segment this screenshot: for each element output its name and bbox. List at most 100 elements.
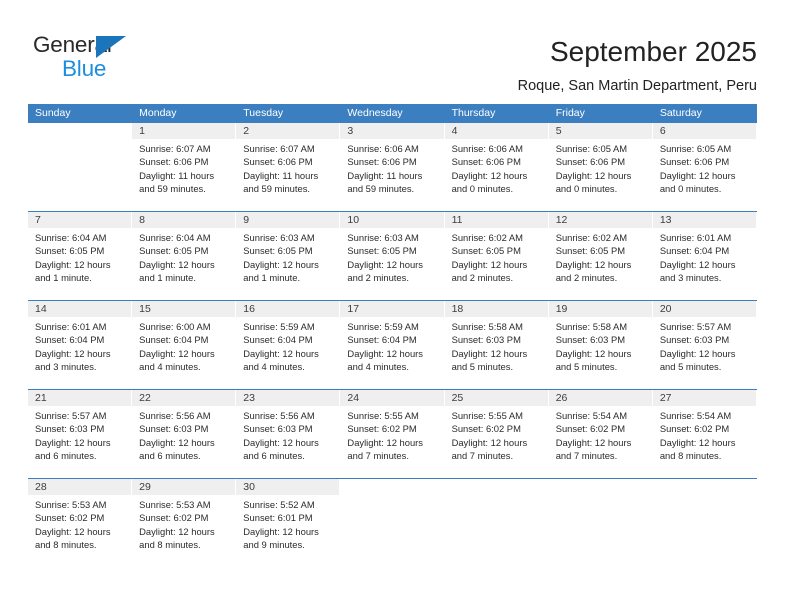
calendar-day-cell-empty xyxy=(28,123,133,211)
day-info-line: Sunrise: 6:07 AM xyxy=(139,143,211,154)
day-info-line: Daylight: 12 hours xyxy=(451,169,528,181)
day-number: 12 xyxy=(548,212,652,228)
calendar-day-cell[interactable]: 10 Sunrise: 6:03 AM Sunset: 6:05 PM Dayligh… xyxy=(340,212,445,300)
day-info-line: Sunrise: 5:53 AM xyxy=(35,499,107,510)
day-info-line: and 7 minutes. xyxy=(451,450,514,462)
day-number: 4 xyxy=(444,123,548,139)
weekday-header-wednesday: Wednesday xyxy=(347,107,403,119)
weekday-header-row: Sunday Monday Tuesday Wednesday Thursday Frid… xyxy=(28,104,757,123)
calendar-day-cell[interactable]: 8 Sunrise: 6:04 AM Sunset: 6:05 PM Daylight… xyxy=(132,212,237,300)
day-info-line: and 8 minutes. xyxy=(139,539,201,551)
day-info-line: Sunrise: 6:06 AM xyxy=(451,143,523,154)
calendar-day-cell[interactable]: 7 Sunrise: 6:04 AM Sunset: 6:05 PM Daylight… xyxy=(28,212,133,300)
calendar-day-cell[interactable]: 28 Sunrise: 5:53 AM Sunset: 6:02 PM Dayligh… xyxy=(28,479,133,567)
day-info-line: Sunset: 6:02 PM xyxy=(555,423,626,435)
calendar-day-cell[interactable]: 11 Sunrise: 6:02 AM Sunset: 6:05 PM Dayligh… xyxy=(444,212,549,300)
calendar-day-cell[interactable]: 2 Sunrise: 6:07 AM Sunset: 6:06 PM Daylight… xyxy=(236,123,341,211)
calendar-day-cell[interactable]: 3 Sunrise: 6:06 AM Sunset: 6:06 PM Daylight… xyxy=(340,123,445,211)
calendar-day-cell[interactable]: 15 Sunrise: 6:00 AM Sunset: 6:04 PM Dayligh… xyxy=(132,301,237,389)
day-info-line: Daylight: 12 hours xyxy=(243,525,319,537)
day-number: 17 xyxy=(340,301,444,317)
day-sun-info: Sunrise: 5:53 AM Sunset: 6:02 PM Daylight:… xyxy=(28,495,131,552)
day-number xyxy=(653,479,756,495)
day-info-line: Sunset: 6:03 PM xyxy=(139,423,209,435)
day-info-line: Sunrise: 6:05 AM xyxy=(555,143,628,154)
day-info-line: Sunrise: 6:04 AM xyxy=(139,232,211,243)
day-info-line: Daylight: 12 hours xyxy=(139,436,215,448)
generalblue-logo[interactable]: General Blue xyxy=(33,32,183,84)
calendar-day-cell-empty xyxy=(340,479,445,567)
weekday-header-friday: Friday xyxy=(555,107,585,119)
calendar-day-cell[interactable]: 26 Sunrise: 5:54 AM Sunset: 6:02 PM Dayligh… xyxy=(548,390,653,478)
weekday-header-saturday: Saturday xyxy=(659,107,702,119)
day-sun-info: Sunrise: 6:03 AM Sunset: 6:05 PM Daylight:… xyxy=(236,228,339,285)
day-sun-info: Sunrise: 5:54 AM Sunset: 6:02 PM Daylight:… xyxy=(549,406,652,463)
day-info-line: Sunrise: 5:59 AM xyxy=(347,321,419,332)
calendar-day-cell[interactable]: 1 Sunrise: 6:07 AM Sunset: 6:06 PM Daylight… xyxy=(132,123,237,211)
day-info-line: Daylight: 12 hours xyxy=(139,525,215,537)
day-info-line: Sunset: 6:02 PM xyxy=(451,423,521,435)
day-info-line: Sunrise: 6:02 AM xyxy=(555,232,628,243)
day-info-line: Daylight: 12 hours xyxy=(659,258,736,270)
calendar-day-cell[interactable]: 12 Sunrise: 6:02 AM Sunset: 6:05 PM Dayligh… xyxy=(548,212,653,300)
calendar-day-cell[interactable]: 20 Sunrise: 5:57 AM Sunset: 6:03 PM Dayligh… xyxy=(652,301,757,389)
day-sun-info: Sunrise: 6:04 AM Sunset: 6:05 PM Daylight:… xyxy=(132,228,235,285)
day-info-line: and 1 minute. xyxy=(139,272,196,284)
day-info-line: and 6 minutes. xyxy=(243,450,305,462)
day-info-line: Sunset: 6:04 PM xyxy=(243,334,313,346)
day-info-line: Sunset: 6:02 PM xyxy=(139,512,209,524)
day-sun-info: Sunrise: 5:58 AM Sunset: 6:03 PM Daylight:… xyxy=(445,317,548,374)
day-info-line: Sunrise: 5:59 AM xyxy=(243,321,315,332)
calendar-day-cell[interactable]: 13 Sunrise: 6:01 AM Sunset: 6:04 PM Dayligh… xyxy=(652,212,757,300)
day-info-line: Sunrise: 5:56 AM xyxy=(139,410,211,421)
calendar-day-cell[interactable]: 6 Sunrise: 6:05 AM Sunset: 6:06 PM Daylight… xyxy=(652,123,757,211)
day-info-line: Sunrise: 5:57 AM xyxy=(35,410,107,421)
calendar-week-row: 28 Sunrise: 5:53 AM Sunset: 6:02 PM Dayligh… xyxy=(28,478,757,567)
day-info-line: Sunset: 6:05 PM xyxy=(35,245,105,257)
day-info-line: Daylight: 11 hours xyxy=(243,169,319,181)
day-sun-info: Sunrise: 6:05 AM Sunset: 6:06 PM Daylight:… xyxy=(653,139,756,196)
calendar-day-cell[interactable]: 18 Sunrise: 5:58 AM Sunset: 6:03 PM Dayligh… xyxy=(444,301,549,389)
day-info-line: Sunset: 6:02 PM xyxy=(347,423,417,435)
calendar-page: General Blue September 2025 Roque, San M… xyxy=(0,0,792,612)
day-info-line: Sunrise: 5:53 AM xyxy=(139,499,211,510)
day-info-line: Sunset: 6:05 PM xyxy=(347,245,417,257)
weekday-header-tuesday: Tuesday xyxy=(243,107,284,119)
calendar-grid: Sunday Monday Tuesday Wednesday Thursday Frid… xyxy=(28,104,757,567)
calendar-day-cell[interactable]: 27 Sunrise: 5:54 AM Sunset: 6:02 PM Dayligh… xyxy=(652,390,757,478)
day-number: 14 xyxy=(28,301,132,317)
day-info-line: and 59 minutes. xyxy=(243,183,310,195)
calendar-day-cell[interactable]: 17 Sunrise: 5:59 AM Sunset: 6:04 PM Dayligh… xyxy=(340,301,445,389)
calendar-day-cell[interactable]: 22 Sunrise: 5:56 AM Sunset: 6:03 PM Dayligh… xyxy=(132,390,237,478)
calendar-day-cell[interactable]: 4 Sunrise: 6:06 AM Sunset: 6:06 PM Daylight… xyxy=(444,123,549,211)
calendar-day-cell[interactable]: 19 Sunrise: 5:58 AM Sunset: 6:03 PM Dayligh… xyxy=(548,301,653,389)
day-number: 23 xyxy=(236,390,340,406)
day-number xyxy=(445,479,548,495)
day-sun-info: Sunrise: 6:03 AM Sunset: 6:05 PM Daylight:… xyxy=(340,228,443,285)
calendar-week-row: 14 Sunrise: 6:01 AM Sunset: 6:04 PM Dayligh… xyxy=(28,300,757,389)
day-sun-info: Sunrise: 5:54 AM Sunset: 6:02 PM Daylight:… xyxy=(653,406,756,463)
day-number: 3 xyxy=(340,123,444,139)
day-info-line: and 8 minutes. xyxy=(35,539,97,551)
calendar-day-cell[interactable]: 14 Sunrise: 6:01 AM Sunset: 6:04 PM Dayligh… xyxy=(28,301,133,389)
calendar-day-cell[interactable]: 9 Sunrise: 6:03 AM Sunset: 6:05 PM Daylight… xyxy=(236,212,341,300)
day-info-line: and 59 minutes. xyxy=(139,183,206,195)
calendar-day-cell[interactable]: 29 Sunrise: 5:53 AM Sunset: 6:02 PM Dayligh… xyxy=(132,479,237,567)
day-info-line: Sunset: 6:04 PM xyxy=(659,245,730,257)
day-number: 25 xyxy=(444,390,548,406)
day-number: 13 xyxy=(652,212,756,228)
calendar-day-cell[interactable]: 5 Sunrise: 6:05 AM Sunset: 6:06 PM Daylight… xyxy=(548,123,653,211)
day-number: 19 xyxy=(548,301,652,317)
calendar-day-cell[interactable]: 25 Sunrise: 5:55 AM Sunset: 6:02 PM Dayligh… xyxy=(444,390,549,478)
day-info-line: Daylight: 12 hours xyxy=(347,347,423,359)
calendar-day-cell[interactable]: 24 Sunrise: 5:55 AM Sunset: 6:02 PM Dayligh… xyxy=(340,390,445,478)
calendar-day-cell[interactable]: 21 Sunrise: 5:57 AM Sunset: 6:03 PM Dayligh… xyxy=(28,390,133,478)
day-info-line: Daylight: 12 hours xyxy=(555,347,632,359)
day-info-line: and 1 minute. xyxy=(243,272,301,284)
day-sun-info xyxy=(28,139,131,142)
calendar-day-cell[interactable]: 30 Sunrise: 5:52 AM Sunset: 6:01 PM Dayligh… xyxy=(236,479,341,567)
day-info-line: Sunrise: 5:55 AM xyxy=(347,410,419,421)
day-number: 9 xyxy=(236,212,340,228)
calendar-day-cell[interactable]: 23 Sunrise: 5:56 AM Sunset: 6:03 PM Dayligh… xyxy=(236,390,341,478)
calendar-day-cell[interactable]: 16 Sunrise: 5:59 AM Sunset: 6:04 PM Dayligh… xyxy=(236,301,341,389)
